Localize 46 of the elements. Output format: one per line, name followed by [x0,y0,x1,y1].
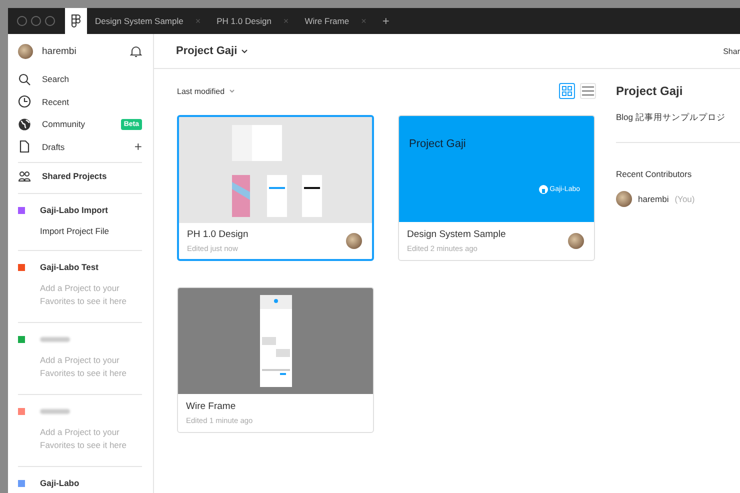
bell-icon[interactable] [130,44,142,58]
file-title: Wire Frame [186,401,237,412]
avatar[interactable] [18,44,33,58]
chevron-icon [241,48,248,54]
empty-hint: Add a Project to your Favorites to see it here [40,354,128,380]
list-view-button[interactable] [580,83,596,99]
team-name[interactable]: Gaji-Labo Import [40,205,108,215]
home-tab[interactable] [65,8,87,34]
project-title-dropdown[interactable]: Project Gaji [176,45,248,57]
search-icon [18,72,31,86]
file-title: PH 1.0 Design [187,229,248,240]
import-link[interactable]: Import Project File [40,226,142,236]
file-title: Design System Sample [407,229,506,240]
nav-item[interactable]: Recent [18,90,142,113]
add-button[interactable]: + [134,139,142,154]
section-heading: Recent Contributors [616,169,693,179]
nav-item[interactable]: Drafts + [18,136,142,158]
project-description: Blog 記事用サンプルプロジ [616,112,726,124]
panel-title: Project Gaji [616,84,684,98]
grid-view-button[interactable] [559,83,575,99]
file-tab[interactable]: Design System Sample × [87,8,209,34]
sort-dropdown[interactable]: Last modified [177,86,235,96]
shared-projects-item[interactable]: Shared Projects [18,163,142,189]
empty-hint: Add a Project to your Favorites to see it here [40,426,128,452]
new-tab-button[interactable]: + [374,8,398,34]
avatar [616,191,632,207]
empty-hint: Add a Project to your Favorites to see it here [40,282,128,308]
chevron-icon [228,89,235,93]
you-label: (You) [674,194,695,204]
people-icon [18,170,31,182]
file-tab[interactable]: Wire Frame × [296,8,374,34]
logo-icon [71,14,81,28]
cover-title: Project Gaji [409,138,466,150]
clock-icon [18,95,31,108]
logo-icon [538,185,548,194]
grid-icon [562,86,572,96]
share-button[interactable]: Shar [723,46,740,56]
file-tab[interactable]: PH 1.0 Design × [208,8,297,34]
team-name[interactable]: Gaji-Labo Test [40,262,98,272]
contributor-name: harembi [638,194,669,204]
globe-icon [18,118,31,131]
nav-item[interactable]: Search [18,68,142,90]
user-name[interactable]: harembi [42,46,121,56]
team-name[interactable]: Gaji-Labo [40,478,80,488]
document-icon [18,140,31,154]
list-icon [582,86,594,96]
